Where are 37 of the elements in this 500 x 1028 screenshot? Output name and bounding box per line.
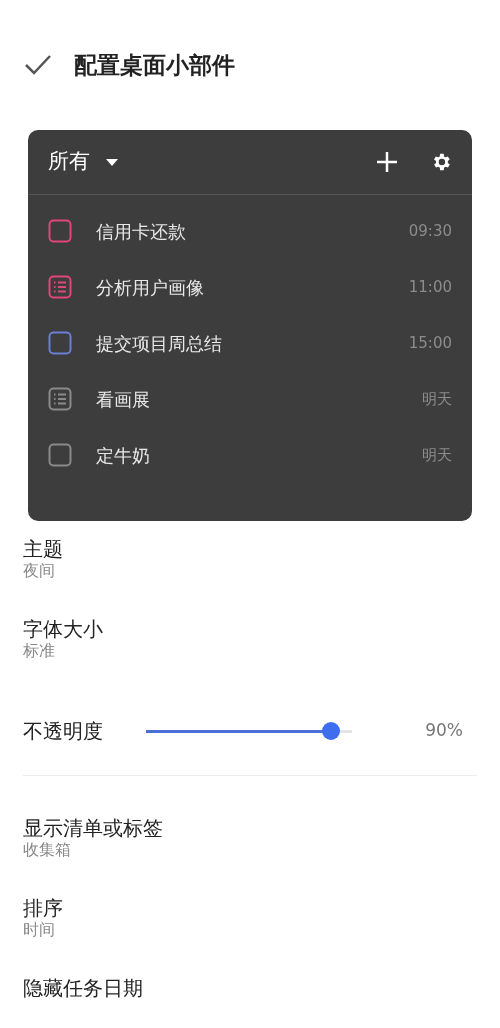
task-title: 分析用户画像 xyxy=(96,275,204,300)
task-time: 明天 xyxy=(422,444,452,466)
page-title: 配置桌面小部件 xyxy=(74,50,235,80)
checkbox-icon[interactable] xyxy=(48,443,72,467)
task-time: 09:30 xyxy=(408,220,452,242)
task-time: 15:00 xyxy=(408,332,452,354)
task-row[interactable]: 看画展 明天 xyxy=(28,371,472,427)
setting-label[interactable]: 显示清单或标签 xyxy=(23,816,477,840)
check-icon[interactable] xyxy=(24,54,52,76)
setting-value: 标准 xyxy=(23,641,56,662)
setting-label[interactable]: 隐藏任务日期 xyxy=(23,976,477,1000)
setting-value: 时间 xyxy=(23,920,56,941)
task-row[interactable]: 信用卡还款 09:30 xyxy=(28,203,472,259)
setting-label[interactable]: 主题 xyxy=(23,537,477,561)
checkbox-icon[interactable] xyxy=(48,331,72,355)
task-row[interactable]: 定牛奶 明天 xyxy=(28,427,472,483)
setting-value: 夜间 xyxy=(23,561,56,582)
list-icon[interactable] xyxy=(48,275,72,299)
add-icon[interactable] xyxy=(377,152,397,172)
setting-label: 不透明度 xyxy=(23,719,103,743)
slider-thumb[interactable] xyxy=(322,722,341,740)
task-row[interactable]: 提交项目周总结 15:00 xyxy=(28,315,472,371)
task-time: 明天 xyxy=(422,388,452,410)
setting-value: 收集箱 xyxy=(23,840,72,861)
task-title: 信用卡还款 xyxy=(96,219,186,244)
list-icon[interactable] xyxy=(48,387,72,411)
task-title: 提交项目周总结 xyxy=(96,331,222,356)
caret-icon xyxy=(106,158,118,166)
checkbox-icon[interactable] xyxy=(48,219,72,243)
task-time: 11:00 xyxy=(408,276,452,298)
filter-dropdown[interactable]: 所有 xyxy=(48,146,118,178)
setting-label[interactable]: 排序 xyxy=(23,896,477,920)
task-title: 看画展 xyxy=(96,387,150,412)
task-title: 定牛奶 xyxy=(96,443,150,468)
slider-value: 90% xyxy=(425,719,463,743)
setting-label[interactable]: 字体大小 xyxy=(23,617,477,641)
task-row[interactable]: 分析用户画像 11:00 xyxy=(28,259,472,315)
